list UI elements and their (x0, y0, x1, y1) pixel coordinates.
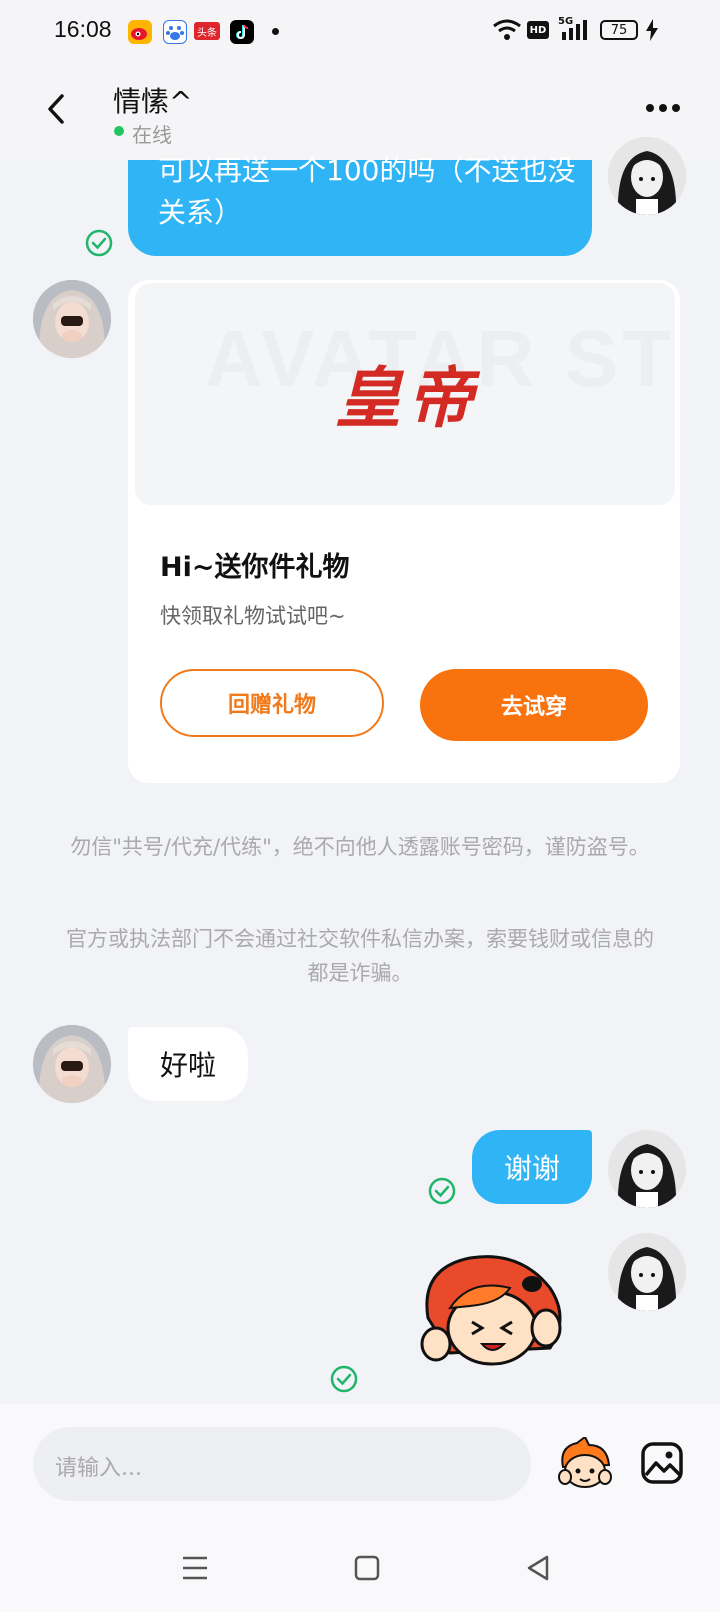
message-text: 好啦 (159, 1049, 216, 1082)
read-check-icon (330, 1365, 358, 1393)
message-text: 谢谢 (503, 1152, 560, 1185)
baidu-icon (163, 20, 187, 44)
gift-banner-image: AVATAR STORE 皇帝 (135, 283, 675, 505)
sticker-picker-icon[interactable] (555, 1435, 615, 1495)
return-gift-button[interactable]: 回赠礼物 (160, 669, 384, 737)
wifi-icon (492, 18, 522, 46)
battery-icon: 75 (600, 20, 638, 40)
notification-dot-icon (272, 28, 279, 35)
online-status-dot (114, 126, 124, 136)
more-options-icon[interactable] (645, 100, 681, 114)
status-time: 16:08 (54, 16, 112, 42)
my-avatar[interactable] (608, 1233, 686, 1311)
signal-icon (560, 20, 592, 46)
message-text: 可以再送一个100的吗（不送也没关系） (158, 154, 576, 229)
menu-nav-icon[interactable] (181, 1555, 209, 1585)
hd-badge: HD (527, 21, 549, 39)
online-status-text: 在线 (132, 123, 172, 147)
input-placeholder: 请输入... (55, 1456, 142, 1481)
charging-icon (645, 19, 659, 45)
security-notice: 勿信"共号/代充/代练"，绝不向他人透露账号密码，谨防盗号。 (70, 835, 650, 859)
weibo-icon (128, 20, 152, 44)
home-nav-icon[interactable] (354, 1555, 380, 1585)
tiktok-icon (230, 20, 254, 44)
contact-avatar[interactable] (33, 280, 111, 358)
message-bubble-outgoing[interactable]: 可以再送一个100的吗（不送也没关系） (128, 154, 592, 256)
my-avatar[interactable] (608, 137, 686, 215)
back-nav-icon[interactable] (525, 1554, 551, 1586)
my-avatar[interactable] (608, 1130, 686, 1208)
read-check-icon (428, 1177, 456, 1205)
gift-logo-text: 皇帝 (335, 359, 479, 437)
image-picker-icon[interactable] (640, 1441, 684, 1489)
back-icon[interactable] (40, 92, 74, 126)
message-bubble-outgoing[interactable]: 谢谢 (472, 1130, 592, 1204)
fraud-notice: 官方或执法部门不会通过社交软件私信办案，索要钱财或信息的都是诈骗。 (66, 927, 654, 985)
read-check-icon (85, 229, 113, 257)
chat-title: 情愫^ (113, 85, 193, 118)
try-on-button[interactable]: 去试穿 (420, 669, 648, 741)
gift-title: Hi~送你件礼物 (160, 552, 350, 583)
message-bubble-incoming[interactable]: 好啦 (128, 1027, 248, 1101)
contact-avatar[interactable] (33, 1025, 111, 1103)
toutiao-icon: 头条 (194, 22, 220, 40)
gift-subtitle: 快领取礼物试试吧~ (160, 604, 346, 628)
chat-header (0, 60, 720, 160)
sticker-message[interactable] (410, 1248, 570, 1378)
